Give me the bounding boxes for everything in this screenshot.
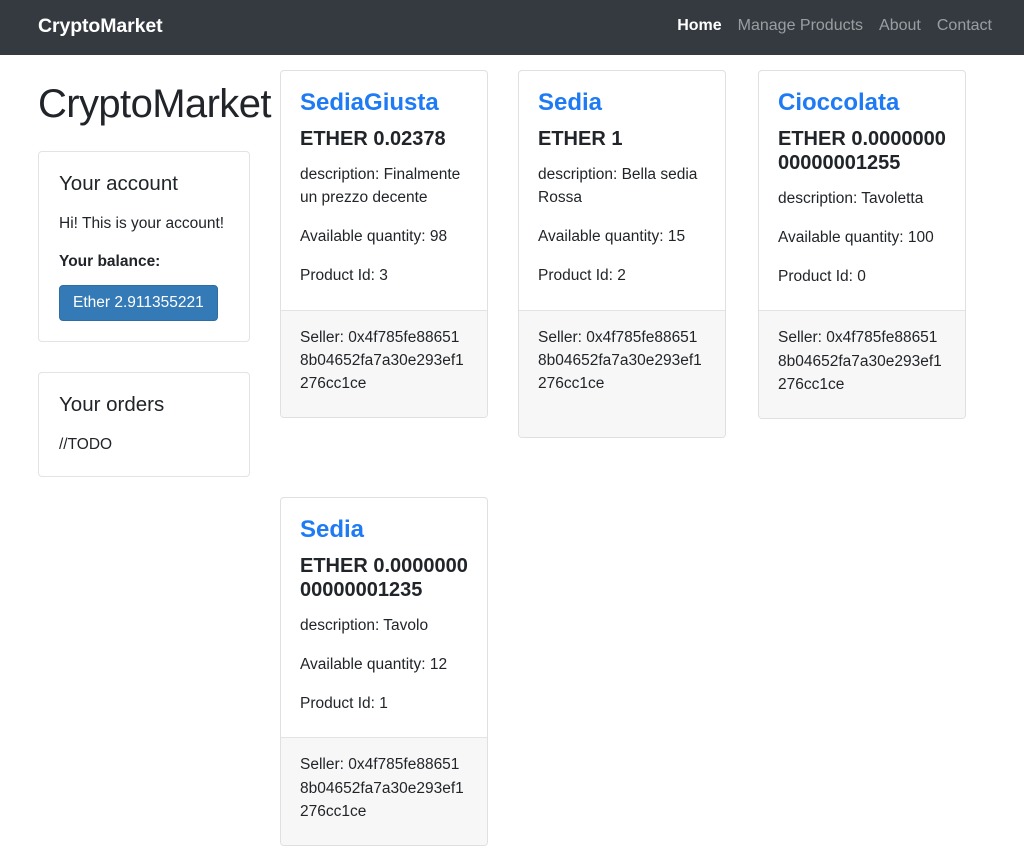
navbar-links: Home Manage Products About Contact: [669, 18, 1000, 34]
product-id: Product Id: 3: [300, 267, 388, 285]
product-description: description: Tavolo: [300, 616, 429, 634]
account-panel: Your account Hi! This is your account! Y…: [38, 151, 250, 343]
product-quantity: Available quantity: 100: [778, 228, 934, 246]
product-card-body: Sedia ETHER 1 description: Bella sedia R…: [519, 71, 725, 310]
product-card-body: SediaGiusta ETHER 0.02378 description: F…: [281, 71, 487, 310]
orders-panel-heading: Your orders: [59, 393, 165, 417]
top-navbar: CryptoMarket Home Manage Products About …: [0, 0, 1024, 55]
product-card-body: Cioccolata ETHER 0.000000000000001255 de…: [759, 71, 965, 310]
page-title: CryptoMarket: [38, 82, 271, 126]
product-price: ETHER 0.000000000000001255: [778, 127, 946, 174]
balance-label: Your balance:: [59, 253, 161, 271]
product-card[interactable]: SediaGiusta ETHER 0.02378 description: F…: [280, 70, 488, 419]
product-price: ETHER 1: [538, 127, 623, 150]
nav-link-home[interactable]: Home: [669, 18, 729, 34]
nav-link-contact[interactable]: Contact: [929, 18, 1000, 34]
sidebar: Your account Hi! This is your account! Y…: [38, 151, 250, 477]
product-description: description: Bella sedia Rossa: [538, 165, 698, 206]
product-card-body: Sedia ETHER 0.000000000000001235 descrip…: [281, 498, 487, 737]
balance-button[interactable]: Ether 2.911355221: [59, 285, 218, 322]
product-price: ETHER 0.02378: [300, 127, 446, 150]
product-quantity: Available quantity: 12: [300, 655, 448, 673]
product-id: Product Id: 0: [778, 268, 866, 286]
orders-panel: Your orders //TODO: [38, 372, 250, 477]
account-greeting-text: Hi! This is your account!: [59, 214, 225, 232]
product-title[interactable]: Sedia: [300, 516, 468, 544]
product-quantity: Available quantity: 15: [538, 228, 686, 246]
orders-panel-body: //TODO: [59, 435, 113, 453]
product-card[interactable]: Cioccolata ETHER 0.000000000000001255 de…: [758, 70, 966, 420]
nav-link-manage-products[interactable]: Manage Products: [730, 18, 871, 34]
product-card[interactable]: Sedia ETHER 0.000000000000001235 descrip…: [280, 497, 488, 846]
product-quantity: Available quantity: 98: [300, 228, 448, 246]
product-seller: Seller: 0x4f785fe886518b04652fa7a30e293e…: [281, 309, 487, 418]
product-title[interactable]: Sedia: [538, 89, 706, 117]
account-panel-heading: Your account: [59, 172, 178, 195]
product-description: description: Tavoletta: [778, 189, 924, 207]
product-title[interactable]: Cioccolata: [778, 89, 946, 117]
product-card[interactable]: Sedia ETHER 1 description: Bella sedia R…: [518, 70, 726, 438]
product-id: Product Id: 2: [538, 267, 626, 285]
product-description: description: Finalmente un prezzo decent…: [300, 165, 461, 206]
product-seller: Seller: 0x4f785fe886518b04652fa7a30e293e…: [759, 310, 965, 419]
nav-link-about[interactable]: About: [871, 18, 929, 34]
product-seller: Seller: 0x4f785fe886518b04652fa7a30e293e…: [281, 737, 487, 846]
product-seller: Seller: 0x4f785fe886518b04652fa7a30e293e…: [519, 309, 725, 437]
product-title[interactable]: SediaGiusta: [300, 89, 468, 117]
product-price: ETHER 0.000000000000001235: [300, 554, 468, 601]
navbar-brand[interactable]: CryptoMarket: [38, 16, 163, 37]
product-id: Product Id: 1: [300, 695, 388, 713]
